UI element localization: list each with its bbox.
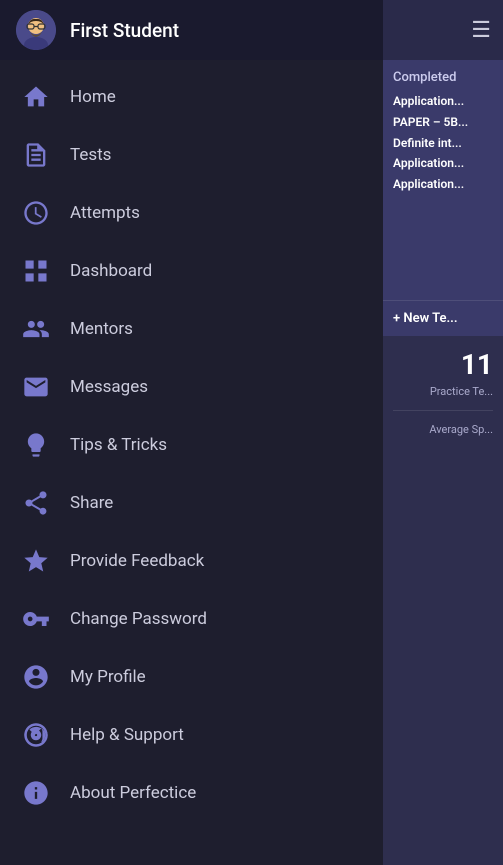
bulb-icon: [20, 429, 52, 461]
sidebar-item-label-share: Share: [70, 493, 113, 513]
sidebar-item-label-about: About Perfectice: [70, 783, 196, 803]
stat-number: 11: [393, 348, 493, 381]
person-circle-icon: [20, 661, 52, 693]
completed-item-4[interactable]: Application...: [393, 176, 493, 193]
lifebuoy-icon: [20, 719, 52, 751]
grid-icon: [20, 255, 52, 287]
sidebar-item-label-dashboard: Dashboard: [70, 261, 152, 281]
key-icon: [20, 603, 52, 635]
sidebar-item-feedback[interactable]: Provide Feedback: [0, 532, 383, 590]
sidebar-item-help[interactable]: Help & Support: [0, 706, 383, 764]
sidebar-item-label-feedback: Provide Feedback: [70, 551, 204, 571]
sidebar-item-label-tests: Tests: [70, 145, 111, 165]
document-icon: [20, 139, 52, 171]
sidebar-item-label-home: Home: [70, 87, 116, 107]
sidebar-item-mentors[interactable]: Mentors: [0, 300, 383, 358]
users-icon: [20, 313, 52, 345]
stat-divider: [393, 410, 493, 411]
sidebar-item-messages[interactable]: Messages: [0, 358, 383, 416]
right-panel: ☰ Completed Application... PAPER – 5B...…: [383, 0, 503, 865]
sidebar-item-share[interactable]: Share: [0, 474, 383, 532]
completed-item-0[interactable]: Application...: [393, 93, 493, 110]
nav-list: Home Tests Attempts: [0, 60, 383, 830]
sidebar-item-password[interactable]: Change Password: [0, 590, 383, 648]
hamburger-icon[interactable]: ☰: [471, 18, 491, 43]
sidebar-item-label-mentors: Mentors: [70, 319, 133, 339]
sidebar-item-profile[interactable]: My Profile: [0, 648, 383, 706]
completed-items-list: Application... PAPER – 5B... Definite in…: [393, 93, 493, 193]
sidebar-item-dashboard[interactable]: Dashboard: [0, 242, 383, 300]
sidebar-item-label-attempts: Attempts: [70, 203, 140, 223]
sidebar-item-label-messages: Messages: [70, 377, 148, 397]
sidebar-item-label-tips: Tips & Tricks: [70, 435, 167, 455]
completed-item-1[interactable]: PAPER – 5B...: [393, 114, 493, 131]
info-circle-icon: [20, 777, 52, 809]
right-header: ☰: [383, 0, 503, 60]
sidebar-item-label-password: Change Password: [70, 609, 207, 629]
avg-label: Average Sp...: [393, 423, 493, 436]
completed-section: Completed Application... PAPER – 5B... D…: [383, 60, 503, 300]
sidebar-item-tests[interactable]: Tests: [0, 126, 383, 184]
completed-item-3[interactable]: Application...: [393, 155, 493, 172]
star-icon: [20, 545, 52, 577]
home-icon: [20, 81, 52, 113]
sidebar-header: First Student: [0, 0, 383, 60]
completed-item-2[interactable]: Definite int...: [393, 135, 493, 152]
header-title: First Student: [70, 19, 367, 42]
share-icon: [20, 487, 52, 519]
sidebar-item-home[interactable]: Home: [0, 68, 383, 126]
sidebar-item-attempts[interactable]: Attempts: [0, 184, 383, 242]
clock-icon: [20, 197, 52, 229]
stats-section: 11 Practice Te... Average Sp...: [383, 336, 503, 865]
stat-label: Practice Te...: [393, 385, 493, 398]
sidebar-item-label-help: Help & Support: [70, 725, 184, 745]
completed-label: Completed: [393, 70, 493, 85]
avatar[interactable]: [16, 10, 56, 50]
new-test-button[interactable]: + New Te...: [383, 300, 503, 336]
sidebar-item-tips[interactable]: Tips & Tricks: [0, 416, 383, 474]
sidebar-item-label-profile: My Profile: [70, 667, 146, 687]
sidebar: First Student Home Tests: [0, 0, 383, 865]
sidebar-item-about[interactable]: About Perfectice: [0, 764, 383, 822]
envelope-icon: [20, 371, 52, 403]
